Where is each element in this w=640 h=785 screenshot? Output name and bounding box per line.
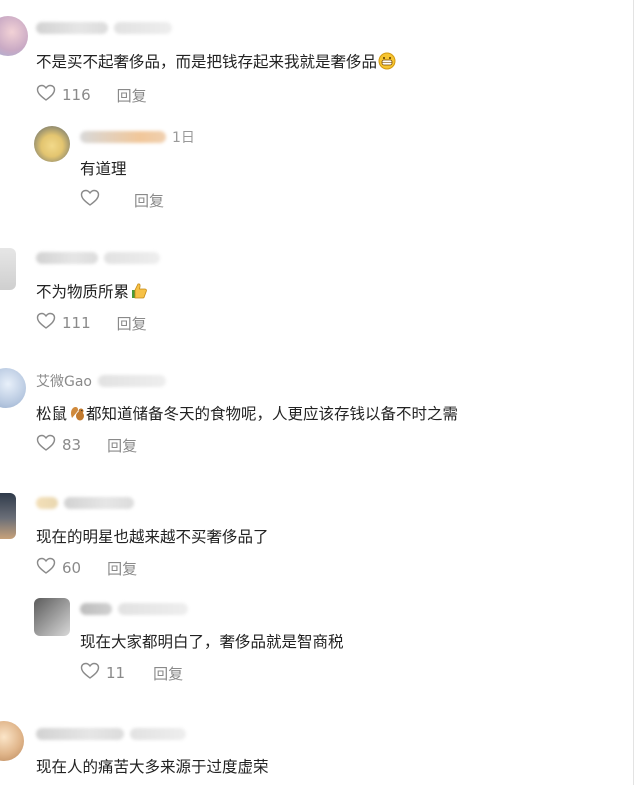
reply-button[interactable]: 回复 [117, 85, 147, 106]
like-count: 60 [62, 559, 82, 577]
comment-meta [36, 21, 172, 35]
avatar[interactable] [34, 126, 70, 162]
heart-icon [36, 84, 56, 106]
comment-item: 艾微Gao 松鼠 都知道储备冬天的食物呢，人更应该存钱以备不时之需 83 回复 [0, 362, 630, 472]
avatar[interactable] [0, 248, 16, 290]
comment-text: 松鼠 都知道储备冬天的食物呢，人更应该存钱以备不时之需 [36, 404, 458, 427]
date-blurred [114, 22, 172, 34]
comment-item: 现在人的痛苦大多来源于过度虚荣 [0, 715, 630, 785]
comment-text: 不是买不起奢侈品，而是把钱存起来我就是奢侈品 [36, 52, 396, 75]
comment-actions: 11 回复 [80, 662, 183, 684]
comment-text: 现在人的痛苦大多来源于过度虚荣 [36, 758, 269, 776]
comment-meta [80, 602, 188, 616]
comment-text: 现在的明星也越来越不买奢侈品了 [36, 528, 269, 546]
username-blurred[interactable] [64, 497, 134, 509]
comment-actions: 116 回复 [36, 84, 147, 106]
reply-button[interactable]: 回复 [117, 313, 147, 334]
comment-item: 不是买不起奢侈品，而是把钱存起来我就是奢侈品 116 回复 [0, 0, 630, 120]
avatar[interactable] [0, 368, 26, 408]
thumbs-up-emoji-icon [130, 282, 148, 305]
reply-button[interactable]: 回复 [153, 663, 183, 684]
like-button[interactable]: 116 [36, 84, 91, 106]
heart-icon [36, 312, 56, 334]
comment-date: 1日 [172, 130, 195, 146]
comment-actions: 111 回复 [36, 312, 147, 334]
date-blurred [104, 252, 160, 264]
page-edge-divider [633, 0, 634, 785]
avatar[interactable] [34, 598, 70, 636]
comment-text: 现在大家都明白了，奢侈品就是智商税 [80, 633, 344, 651]
comment-actions: 83 回复 [36, 434, 137, 456]
reply-item: 现在大家都明白了，奢侈品就是智商税 11 回复 [0, 592, 630, 702]
username-blurred[interactable] [80, 131, 166, 143]
comment-item: 不为物质所累 111 回复 [0, 240, 630, 350]
comment-meta: 艾微Gao [36, 371, 166, 391]
like-button[interactable]: 83 [36, 434, 81, 456]
grin-emoji-icon [378, 52, 396, 75]
comment-item: 现在的明星也越来越不买奢侈品了 60 回复 [0, 485, 630, 590]
like-count: 83 [62, 436, 82, 454]
avatar[interactable] [0, 16, 28, 56]
comment-meta [36, 496, 134, 510]
heart-icon [36, 434, 56, 456]
like-button[interactable] [80, 189, 106, 211]
username-blurred[interactable] [36, 252, 98, 264]
comment-text: 不为物质所累 [36, 282, 148, 305]
comment-meta [36, 727, 186, 741]
heart-icon [80, 662, 100, 684]
like-button[interactable]: 11 [80, 662, 125, 684]
emoji-blurred [36, 497, 58, 509]
reply-button[interactable]: 回复 [107, 435, 137, 456]
heart-icon [36, 557, 56, 579]
date-blurred [130, 728, 186, 740]
reply-button[interactable]: 回复 [107, 558, 137, 579]
avatar[interactable] [0, 721, 24, 761]
comment-meta [36, 251, 160, 265]
username-blurred[interactable] [36, 728, 124, 740]
like-count: 116 [62, 86, 91, 104]
like-button[interactable]: 60 [36, 557, 81, 579]
heart-icon [80, 189, 100, 211]
comment-text: 有道理 [80, 160, 127, 178]
comment-meta: 1日 [80, 130, 195, 146]
like-button[interactable]: 111 [36, 312, 91, 334]
username[interactable]: 艾微Gao [36, 371, 92, 391]
comment-actions: 回复 [80, 189, 164, 211]
squirrel-emoji-icon [68, 404, 86, 427]
date-blurred [98, 375, 166, 387]
reply-button[interactable]: 回复 [134, 190, 164, 211]
avatar[interactable] [0, 493, 16, 539]
date-blurred [118, 603, 188, 615]
username-blurred[interactable] [80, 603, 112, 615]
username-blurred[interactable] [36, 22, 108, 34]
reply-item: 1日 有道理 回复 [0, 120, 630, 225]
like-count: 111 [62, 314, 91, 332]
like-count: 11 [106, 664, 126, 682]
comment-actions: 60 回复 [36, 557, 137, 579]
